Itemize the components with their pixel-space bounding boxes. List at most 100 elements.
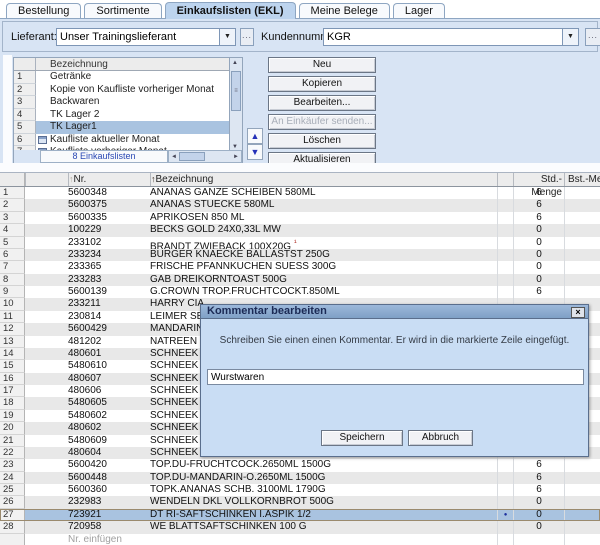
comment-dot-cell (497, 459, 513, 471)
ekl-list-item[interactable]: 3 Backwaren (14, 96, 230, 109)
neu-button[interactable]: Neu (268, 57, 376, 73)
column-header-bezeichnung[interactable]: ↑Bezeichnung (150, 173, 497, 186)
tab-bestellung[interactable]: Bestellung (6, 3, 81, 18)
kundennummer-more-button[interactable]: ... (585, 28, 600, 46)
row-number: 8 (0, 274, 25, 286)
cell-bezeichnung: ANANAS STUECKE 580ML (150, 199, 497, 211)
scrollbar-thumb[interactable]: ≡ (231, 71, 241, 111)
cell-nr: 5480605 (68, 397, 150, 409)
ekl-list-item[interactable]: 4TK Lager 2 (14, 109, 230, 122)
scroll-right-icon[interactable]: ► (233, 154, 239, 160)
close-icon[interactable]: × (571, 307, 585, 318)
kundennummer-combo[interactable]: KGR ▼ (323, 28, 579, 46)
tab-content: Lieferant: Unser Trainingslieferant ▼ ..… (0, 19, 600, 545)
cell-std-menge: 6 (513, 472, 564, 484)
table-row[interactable]: 35600335APRIKOSEN 850 ML6 (0, 212, 600, 224)
chevron-down-icon[interactable]: ▼ (562, 29, 578, 45)
bearbeiten-button[interactable]: Bearbeiten... (268, 95, 376, 111)
row-number: 2 (0, 199, 25, 211)
ekl-list-item[interactable]: 2Kopie von Kaufliste vorheriger Monat (14, 84, 230, 97)
table-row[interactable]: 8233283GAB DREIKORNTOAST 500G0 (0, 274, 600, 286)
cell-std-menge: 0 (513, 224, 564, 236)
kopieren-button[interactable]: Kopieren (268, 76, 376, 92)
ekl-list-item[interactable]: 1Getränke (14, 71, 230, 84)
table-row[interactable]: 5233102BRANDT ZWIEBACK 100X20G¹0 (0, 237, 600, 249)
comment-dialog: Kommentar bearbeiten × Schreiben Sie ein… (200, 304, 589, 457)
row-number: 4 (14, 109, 36, 122)
tab-sortimente[interactable]: Sortimente (84, 3, 161, 18)
insert-row[interactable]: Nr. einfügen (0, 534, 600, 545)
dialog-title[interactable]: Kommentar bearbeiten (201, 305, 588, 319)
row-number: 9 (0, 286, 25, 298)
cell-nr: 480601 (68, 348, 150, 360)
cell-std-menge: 6 (513, 199, 564, 211)
column-header-std-menge[interactable]: Std.-Menge (513, 173, 564, 186)
cell-nr: 481202 (68, 336, 150, 348)
lieferant-more-button[interactable]: ... (240, 28, 254, 46)
cell-bezeichnung: FRISCHE PFANNKUCHEN SUESS 300G (150, 261, 497, 273)
reorder-buttons: ▲ ▼ (247, 128, 263, 160)
ekl-vertical-scrollbar[interactable]: ▲ ≡ ▼ (229, 58, 242, 152)
ekl-item-label: Backwaren (49, 96, 230, 109)
column-header-comment[interactable] (497, 173, 513, 186)
ekl-horizontal-scrollbar[interactable]: ◄ ► (168, 150, 242, 163)
ekl-list: Bezeichnung1Getränke2Kopie von Kaufliste… (14, 58, 230, 152)
row-number: 7 (0, 261, 25, 273)
table-row[interactable]: 95600139G.CROWN TROP.FRUCHTCOCKT.850ML6 (0, 286, 600, 298)
cell-bezeichnung: BECKS GOLD 24X0,33L MW (150, 224, 497, 236)
table-row[interactable]: 27723921DT RI-SAFTSCHINKEN I.ASPIK 1/2●0 (0, 509, 600, 521)
tab-lager[interactable]: Lager (393, 3, 445, 18)
move-down-button[interactable]: ▼ (247, 144, 263, 160)
cell-nr: 5600420 (68, 459, 150, 471)
cell-bezeichnung: TOP.DU-FRUCHTCOCK.2650ML 1500G (150, 459, 497, 471)
table-row[interactable]: 26232983WENDELN DKL VOLLKORNBROT 500G0 (0, 496, 600, 508)
chevron-down-icon[interactable]: ▼ (219, 29, 235, 45)
scrollbar-thumb[interactable] (179, 152, 205, 161)
table-row[interactable]: 28720958WE BLATTSAFTSCHINKEN 100 G0 (0, 521, 600, 533)
table-row[interactable]: 245600448TOP.DU-MANDARIN-O.2650ML 1500G6 (0, 472, 600, 484)
table-row[interactable]: 15600348ANANAS GANZE SCHEIBEN 580ML6 (0, 187, 600, 199)
table-row[interactable]: 4100229BECKS GOLD 24X0,33L MW0 (0, 224, 600, 236)
cell-bezeichnung: WENDELN DKL VOLLKORNBROT 500G (150, 496, 497, 508)
list-icon (38, 136, 47, 144)
cell-std-menge: 0 (513, 261, 564, 273)
table-row[interactable]: 25600375ANANAS STUECKE 580ML6 (0, 199, 600, 211)
filter-panel: Lieferant: Unser Trainingslieferant ▼ ..… (2, 21, 598, 52)
lieferant-combo[interactable]: Unser Trainingslieferant ▼ (56, 28, 236, 46)
table-row[interactable]: 6233234BURGER KNAECKE BALLASTST 250G0 (0, 249, 600, 261)
ekl-list-item[interactable]: 6Kaufliste aktueller Monat (14, 134, 230, 147)
table-row[interactable]: 235600420TOP.DU-FRUCHTCOCK.2650ML 1500G6 (0, 459, 600, 471)
row-number: 17 (0, 385, 25, 397)
cell-nr: 5600360 (68, 484, 150, 496)
scroll-left-icon[interactable]: ◄ (171, 154, 177, 160)
comment-dot-cell (497, 521, 513, 533)
comment-input[interactable] (207, 369, 584, 385)
table-row[interactable]: 7233365FRISCHE PFANNKUCHEN SUESS 300G0 (0, 261, 600, 273)
table-row[interactable]: 255600360TOPK.ANANAS SCHB. 3100ML 1790G6 (0, 484, 600, 496)
scroll-up-icon[interactable]: ▲ (232, 60, 238, 66)
cell-std-menge: 6 (513, 459, 564, 471)
cell-bst-menge (564, 274, 600, 286)
column-header-bst-menge[interactable]: Bst.-Me (564, 173, 600, 186)
ekl-list-item[interactable]: 5TK Lager1 (14, 121, 230, 134)
an-einkäufer-senden-button: An Einkäufer senden... (268, 114, 376, 130)
tab-einkaufslisten-ekl[interactable]: Einkaufslisten (EKL) (165, 2, 296, 19)
move-up-button[interactable]: ▲ (247, 128, 263, 144)
dialog-message: Schreiben Sie einen einen Kommentar. Er … (201, 335, 588, 346)
row-number: 13 (0, 336, 25, 348)
tab-meine-belege[interactable]: Meine Belege (299, 3, 390, 18)
cancel-button[interactable]: Abbruch (408, 430, 473, 446)
löschen-button[interactable]: Löschen (268, 133, 376, 149)
cell-bst-menge (564, 509, 600, 521)
cell-bst-menge (564, 459, 600, 471)
cell-bst-menge (564, 212, 600, 224)
cell-nr: 5600335 (68, 212, 150, 224)
row-number: 3 (14, 96, 36, 109)
comment-dot-cell (497, 496, 513, 508)
column-header-nr[interactable]: ↑Nr. (68, 173, 150, 186)
cell-bezeichnung: DT RI-SAFTSCHINKEN I.ASPIK 1/2 (150, 509, 497, 521)
cell-nr: 480607 (68, 373, 150, 385)
cell-bezeichnung: TOPK.ANANAS SCHB. 3100ML 1790G (150, 484, 497, 496)
cell-std-menge: 6 (513, 212, 564, 224)
save-button[interactable]: Speichern (321, 430, 403, 446)
